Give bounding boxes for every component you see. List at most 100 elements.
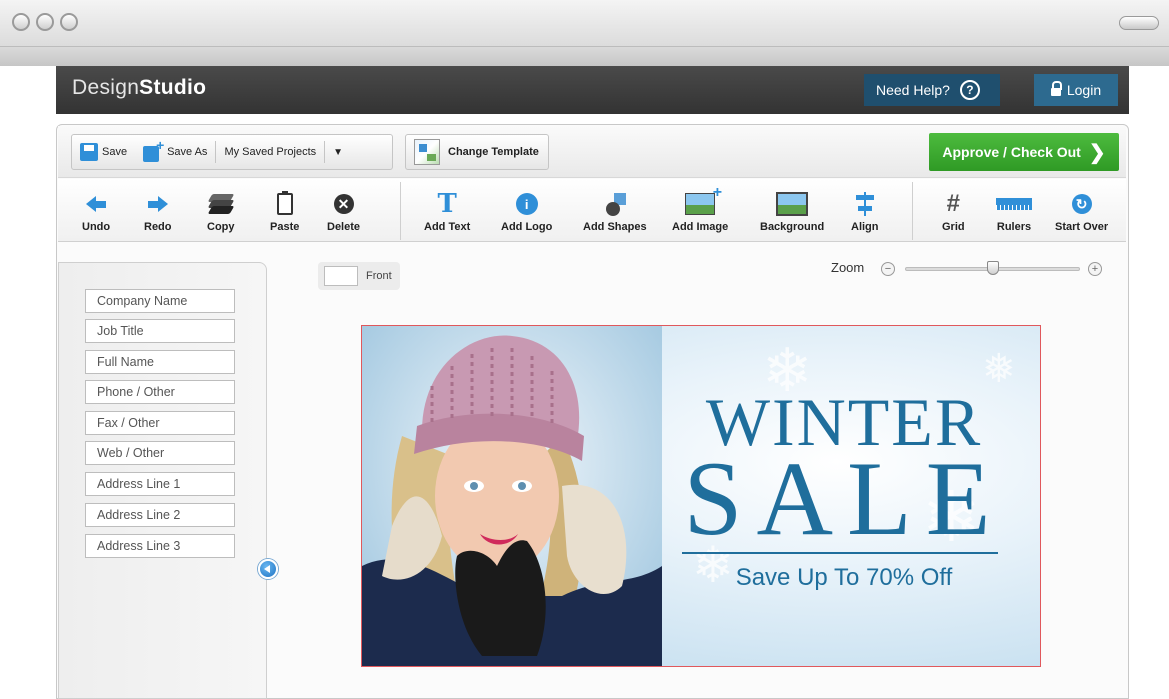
align-button[interactable]: Align <box>851 191 879 233</box>
add-text-label: Add Text <box>424 221 471 233</box>
ruler-icon <box>996 191 1032 217</box>
delete-label: Delete <box>327 221 361 233</box>
add-text-icon: T <box>437 189 457 219</box>
align-label: Align <box>851 221 879 233</box>
copy-button[interactable]: Copy <box>207 191 235 233</box>
saved-projects-label: My Saved Projects <box>224 146 317 158</box>
rulers-button[interactable]: Rulers <box>996 191 1032 233</box>
delete-button[interactable]: ✕ Delete <box>327 191 360 233</box>
undo-label: Undo <box>82 221 111 233</box>
offer-text[interactable]: Save Up To 70% Off <box>674 564 1014 592</box>
add-text-button[interactable]: T Add Text <box>424 191 470 233</box>
lock-icon <box>1050 81 1062 96</box>
field-phone[interactable]: Phone / Other <box>85 380 235 404</box>
grid-button[interactable]: # Grid <box>942 191 965 234</box>
zoom-slider-handle[interactable] <box>986 261 999 275</box>
app-logo: DesignStudio <box>72 76 206 100</box>
copy-label: Copy <box>207 221 235 233</box>
delete-icon: ✕ <box>333 194 354 214</box>
front-thumbnail <box>324 266 358 286</box>
add-image-label: Add Image <box>672 221 729 233</box>
need-help-button[interactable]: Need Help? ? <box>864 74 1000 106</box>
logo-bold-text: Studio <box>139 76 207 99</box>
add-text-icon-wrap: T <box>437 191 456 217</box>
grid-icon: # <box>946 190 960 217</box>
my-saved-projects-button[interactable]: My Saved Projects <box>216 135 324 169</box>
save-as-icon <box>143 137 164 162</box>
woman-in-winter-hat-photo <box>362 326 662 666</box>
save-label: Save <box>102 146 128 158</box>
change-template-button[interactable]: Change Template <box>405 134 549 170</box>
paste-label: Paste <box>270 221 300 233</box>
field-web[interactable]: Web / Other <box>85 441 235 465</box>
design-canvas[interactable]: ❄ ❄ ❄ ❅ WINTER SALE Save Up To 70% Off <box>361 325 1041 667</box>
delete-icon-wrap: ✕ <box>333 191 354 217</box>
need-help-label: Need Help? <box>876 82 950 98</box>
copy-icon <box>207 191 235 217</box>
headline-sale[interactable]: SALE <box>674 446 1014 552</box>
redo-icon <box>147 191 168 217</box>
zoom-out-icon[interactable]: − <box>881 262 895 276</box>
redo-button[interactable]: Redo <box>144 191 172 233</box>
add-logo-icon: i <box>515 193 538 215</box>
change-template-content: Change Template <box>406 135 547 169</box>
question-icon: ? <box>959 80 980 100</box>
field-address-1[interactable]: Address Line 1 <box>85 472 235 496</box>
field-address-2[interactable]: Address Line 2 <box>85 503 235 527</box>
shapes-icon <box>602 191 628 217</box>
chevron-right-icon: ❯ <box>1088 141 1106 164</box>
clipboard-icon <box>276 191 293 217</box>
refresh-icon: ↻ <box>1071 194 1092 214</box>
undo-icon <box>86 191 107 217</box>
add-shapes-button[interactable]: Add Shapes <box>583 191 647 233</box>
toolbar-divider <box>400 182 401 240</box>
field-fax[interactable]: Fax / Other <box>85 411 235 435</box>
save-as-button[interactable]: Save As <box>135 135 215 169</box>
rulers-label: Rulers <box>996 221 1032 233</box>
start-over-label: Start Over <box>1055 221 1109 233</box>
headline-divider <box>682 552 998 554</box>
approve-checkout-button[interactable]: Approve / Check Out ❯ <box>929 133 1119 171</box>
login-button[interactable]: Login <box>1034 74 1118 106</box>
paste-button[interactable]: Paste <box>270 191 299 233</box>
save-button[interactable]: Save <box>72 135 135 169</box>
front-side-tab[interactable]: Front <box>318 262 400 290</box>
browser-toolbar-strip <box>0 46 1169 66</box>
start-over-icon-wrap: ↻ <box>1071 191 1092 217</box>
login-label: Login <box>1066 82 1102 98</box>
toolbar-divider <box>912 182 913 240</box>
add-logo-label: Add Logo <box>501 221 553 233</box>
field-full-name[interactable]: Full Name <box>85 350 235 374</box>
image-icon <box>685 184 722 217</box>
approve-label: Approve / Check Out <box>942 144 1081 160</box>
window-close-icon[interactable] <box>12 13 30 31</box>
file-actions-group: Save Save As My Saved Projects ▼ <box>71 134 393 170</box>
field-address-3[interactable]: Address Line 3 <box>85 534 235 558</box>
zoom-in-icon[interactable]: + <box>1088 262 1102 276</box>
start-over-button[interactable]: ↻ Start Over <box>1055 191 1108 233</box>
background-button[interactable]: Background <box>760 191 824 233</box>
window-minimize-icon[interactable] <box>36 13 54 31</box>
add-image-button[interactable]: Add Image <box>672 184 729 233</box>
field-company-name[interactable]: Company Name <box>85 289 235 313</box>
collapse-sidebar-icon[interactable] <box>258 559 278 579</box>
undo-button[interactable]: Undo <box>82 191 110 233</box>
grid-label: Grid <box>942 221 965 233</box>
change-template-label: Change Template <box>448 146 539 158</box>
saved-projects-dropdown[interactable]: ▼ <box>325 135 351 169</box>
floppy-disk-icon <box>80 143 98 161</box>
snowflake-icon: ❅ <box>982 346 1016 392</box>
chevron-down-icon: ▼ <box>333 146 344 158</box>
field-job-title[interactable]: Job Title <box>85 319 235 343</box>
window-maximize-icon[interactable] <box>60 13 78 31</box>
logo-light-text: Design <box>72 76 140 99</box>
save-as-label: Save As <box>167 146 208 158</box>
front-label: Front <box>366 270 392 282</box>
add-logo-button[interactable]: i Add Logo <box>501 191 552 233</box>
window-toggle-icon[interactable] <box>1119 16 1159 30</box>
redo-label: Redo <box>144 221 172 233</box>
app-header: DesignStudio Need Help? ? Login <box>56 66 1129 114</box>
add-logo-icon-wrap: i <box>515 191 538 217</box>
browser-chrome <box>0 0 1169 66</box>
grid-icon-wrap: # <box>947 191 960 217</box>
